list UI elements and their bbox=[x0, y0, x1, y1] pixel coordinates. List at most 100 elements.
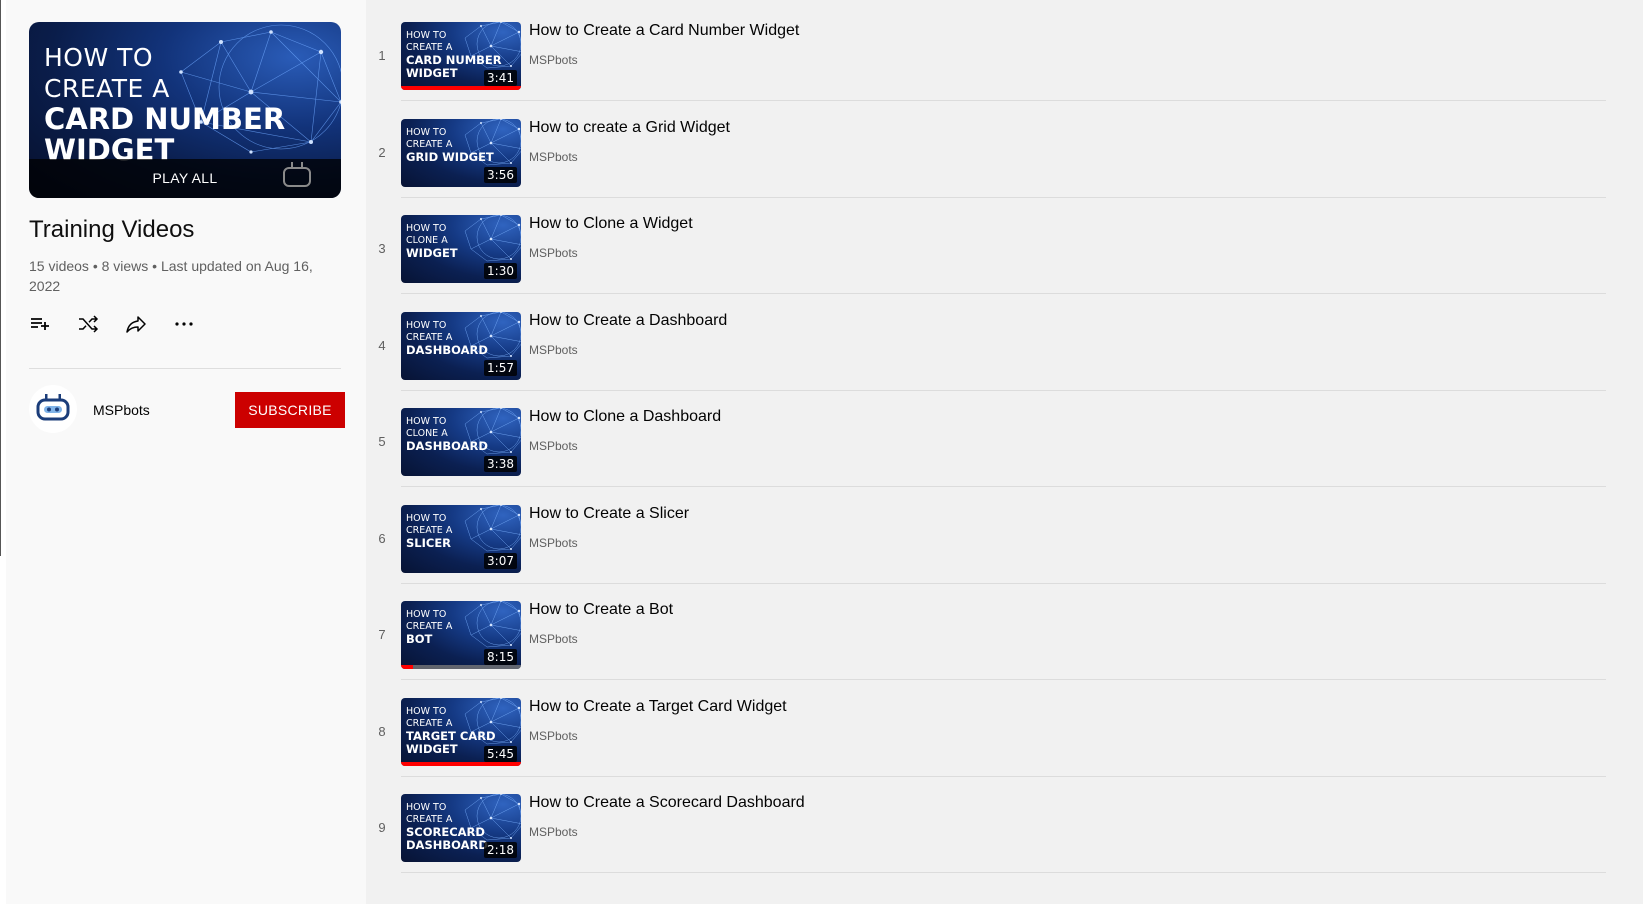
thumbnail-caption-line: HOW TO bbox=[406, 416, 447, 427]
more-actions-button[interactable] bbox=[172, 310, 220, 338]
add-to-queue-icon bbox=[31, 318, 49, 330]
thumbnail-caption-line: DASHBOARD bbox=[406, 342, 488, 357]
video-channel[interactable]: MSPbots bbox=[529, 632, 578, 646]
playlist-video-row[interactable]: 3 HOW TO CLONE A WIDGET 1:30 How to Clone a W… bbox=[370, 193, 1606, 294]
video-title[interactable]: How to Create a Target Card Widget bbox=[529, 698, 787, 716]
playlist-video-row[interactable]: 8 HOW TO CREATE A TARGET CARD WIDGET 5:45 How … bbox=[370, 676, 1606, 777]
video-channel[interactable]: MSPbots bbox=[529, 246, 578, 260]
video-duration: 3:07 bbox=[484, 552, 517, 569]
thumbnail-caption-line: HOW TO bbox=[406, 319, 447, 331]
thumbnail-caption-line: HOW TO bbox=[406, 609, 447, 620]
playlist-video-row[interactable]: 7 HOW TO CREATE A BOT 8:15 How to Create a Bo… bbox=[370, 579, 1606, 680]
watch-progress-bar bbox=[401, 86, 521, 90]
thumbnail-caption-line: SLICER bbox=[406, 535, 452, 550]
thumbnail-caption-line: CREATE A bbox=[406, 138, 453, 150]
thumbnail-caption: HOW TO CLONE A WIDGET bbox=[406, 223, 458, 260]
thumbnail-caption: HOW TO CLONE A DASHBOARD bbox=[406, 416, 488, 453]
divider bbox=[29, 368, 341, 369]
video-title[interactable]: How to create a Grid Widget bbox=[529, 119, 730, 137]
video-channel[interactable]: MSPbots bbox=[529, 729, 578, 743]
watch-progress-track bbox=[401, 665, 521, 669]
video-index: 1 bbox=[378, 48, 386, 63]
playlist-video-row[interactable]: 9 HOW TO CREATE A SCORECARD DASHBOARD 2:18 How… bbox=[370, 772, 1606, 873]
video-thumbnail[interactable]: HOW TO CREATE A SCORECARD DASHBOARD 2:18 bbox=[401, 794, 521, 862]
thumbnail-caption: HOW TO CREATE A GRID WIDGET bbox=[406, 127, 494, 164]
playlist-thumbnail[interactable]: HOW TO CREATE A CARD NUMBER WIDGET PLAY … bbox=[29, 22, 341, 198]
more-icon bbox=[175, 322, 193, 326]
video-duration: 1:30 bbox=[484, 263, 517, 279]
thumbnail-caption-line: TARGET CARD bbox=[406, 728, 496, 743]
watch-progress-bar bbox=[401, 761, 521, 766]
channel-name[interactable]: MSPbots bbox=[93, 402, 150, 418]
video-title[interactable]: How to Create a Card Number Widget bbox=[529, 22, 799, 40]
add-to-queue-button[interactable] bbox=[28, 310, 76, 338]
playlist-video-row[interactable]: 2 HOW TO CREATE A GRID WIDGET 3:56 How to cre… bbox=[370, 97, 1606, 198]
video-thumbnail[interactable]: HOW TO CREATE A TARGET CARD WIDGET 5:45 bbox=[401, 697, 521, 766]
thumbnail-caption-line: HOW TO bbox=[406, 802, 447, 813]
video-index: 8 bbox=[378, 723, 386, 739]
thumbnail-caption: HOW TO CREATE A CARD NUMBER WIDGET bbox=[44, 42, 285, 166]
playlist-title: Training Videos bbox=[29, 216, 195, 243]
video-index: 2 bbox=[378, 144, 386, 160]
thumbnail-caption-line: DASHBOARD bbox=[406, 439, 488, 453]
shuffle-button[interactable] bbox=[76, 310, 124, 338]
video-duration: 8:15 bbox=[484, 649, 517, 665]
network-graphic bbox=[464, 215, 521, 262]
video-duration: 2:18 bbox=[484, 842, 517, 858]
video-channel[interactable]: MSPbots bbox=[529, 150, 578, 164]
playlist-video-row[interactable]: 6 HOW TO CREATE A SLICER 3:07 How to Create a… bbox=[370, 483, 1606, 584]
thumbnail-caption: HOW TO CREATE A SCORECARD DASHBOARD bbox=[406, 802, 488, 852]
video-thumbnail[interactable]: HOW TO CREATE A BOT 8:15 bbox=[401, 601, 521, 669]
share-button[interactable] bbox=[124, 310, 172, 338]
thumbnail-caption-line: HOW TO bbox=[44, 43, 154, 72]
video-title[interactable]: How to Clone a Widget bbox=[529, 215, 693, 233]
video-thumbnail[interactable]: HOW TO CLONE A DASHBOARD 3:38 bbox=[401, 408, 521, 476]
video-title[interactable]: How to Create a Scorecard Dashboard bbox=[529, 794, 805, 812]
thumbnail-caption: HOW TO CREATE A BOT bbox=[406, 609, 452, 646]
playlist-stats: 15 videos • 8 views • Last updated on Au… bbox=[29, 258, 313, 294]
thumbnail-caption-line: HOW TO bbox=[406, 223, 447, 234]
video-index: 4 bbox=[378, 337, 386, 353]
network-graphic bbox=[464, 601, 521, 648]
thumbnail-caption: HOW TO CREATE A DASHBOARD bbox=[406, 320, 488, 357]
video-index: 3 bbox=[378, 241, 386, 256]
playlist-actions bbox=[28, 310, 220, 338]
thumbnail-caption-line: HOW TO bbox=[406, 705, 447, 717]
video-channel[interactable]: MSPbots bbox=[529, 536, 578, 550]
video-title[interactable]: How to Create a Bot bbox=[529, 601, 673, 619]
video-channel[interactable]: MSPbots bbox=[529, 53, 578, 67]
video-thumbnail[interactable]: HOW TO CREATE A DASHBOARD 1:57 bbox=[401, 311, 521, 380]
channel-avatar[interactable] bbox=[29, 385, 77, 433]
video-index: 7 bbox=[378, 627, 386, 642]
video-duration: 3:41 bbox=[484, 70, 517, 86]
video-channel[interactable]: MSPbots bbox=[529, 825, 578, 839]
subscribe-button[interactable]: SUBSCRIBE bbox=[235, 392, 345, 428]
thumbnail-caption-line: HOW TO bbox=[406, 512, 447, 524]
video-thumbnail[interactable]: HOW TO CREATE A GRID WIDGET 3:56 bbox=[401, 118, 521, 187]
thumbnail-caption-line: BOT bbox=[406, 632, 433, 646]
video-thumbnail[interactable]: HOW TO CREATE A SLICER 3:07 bbox=[401, 504, 521, 573]
share-icon bbox=[126, 316, 146, 333]
playlist-video-row[interactable]: 5 HOW TO CLONE A DASHBOARD 3:38 How to Clone … bbox=[370, 386, 1606, 487]
playlist-video-row[interactable]: 1 HOW TO CREATE A CARD NUMBER WIDGET 3:41 How … bbox=[370, 0, 1606, 101]
shuffle-icon bbox=[79, 315, 99, 333]
play-all-bar[interactable]: PLAY ALL bbox=[29, 159, 341, 198]
video-thumbnail[interactable]: HOW TO CREATE A CARD NUMBER WIDGET 3:41 bbox=[401, 22, 521, 90]
video-index: 9 bbox=[378, 820, 386, 835]
thumbnail-caption-line: DASHBOARD bbox=[406, 838, 488, 852]
video-channel[interactable]: MSPbots bbox=[529, 439, 578, 453]
video-channel[interactable]: MSPbots bbox=[529, 343, 578, 357]
bot-logo-icon bbox=[36, 394, 70, 421]
bot-logo-icon bbox=[283, 162, 311, 187]
video-title[interactable]: How to Clone a Dashboard bbox=[529, 408, 721, 426]
video-index: 5 bbox=[378, 434, 386, 449]
video-thumbnail[interactable]: HOW TO CLONE A WIDGET 1:30 bbox=[401, 215, 521, 283]
thumbnail-caption: HOW TO CREATE A TARGET CARD WIDGET bbox=[406, 706, 496, 756]
playlist-video-row[interactable]: 4 HOW TO CREATE A DASHBOARD 1:57 How to Creat… bbox=[370, 290, 1606, 391]
video-title[interactable]: How to Create a Dashboard bbox=[529, 312, 727, 330]
video-title[interactable]: How to Create a Slicer bbox=[529, 505, 689, 523]
video-duration: 3:38 bbox=[484, 456, 517, 472]
video-duration: 5:45 bbox=[484, 745, 517, 762]
thumbnail-caption-line: WIDGET bbox=[406, 741, 458, 756]
thumbnail-caption-line: HOW TO bbox=[406, 30, 447, 41]
